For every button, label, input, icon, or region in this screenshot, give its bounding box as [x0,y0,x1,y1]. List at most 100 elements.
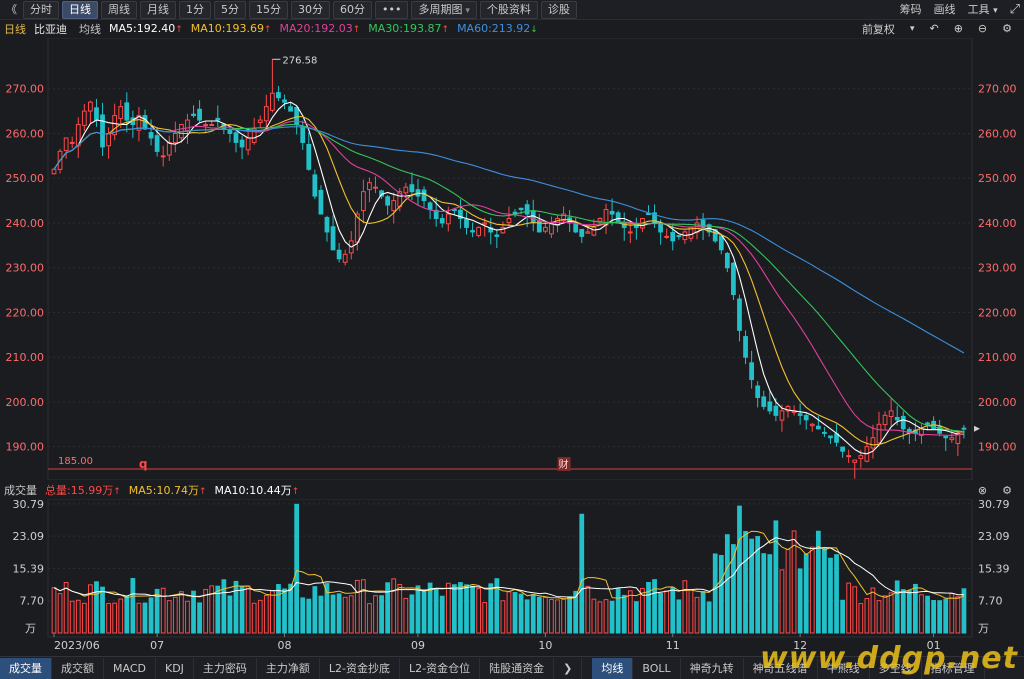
indicator-tab-0[interactable]: 成交量 [0,657,52,679]
zoom-in-icon[interactable]: ⊕ [954,22,963,35]
period-tab-1[interactable]: 日线 [62,0,98,19]
draw-line-button[interactable]: 画线 [934,1,956,17]
candle [888,410,894,418]
price-pointer-icon [974,425,980,432]
indicator-tab-8[interactable]: 陆股通资金 [480,657,555,679]
volume-bar [354,579,360,634]
candle [445,213,451,225]
tools-label: 工具 [967,3,990,16]
candle [427,202,433,211]
indicator-tab-4[interactable]: 主力密码 [194,657,257,679]
candle [197,108,202,121]
volume-bar [233,580,239,634]
candle [882,414,888,426]
settings-icon[interactable]: ⚙ [1002,484,1012,497]
candle [51,168,57,175]
volume-bar [633,601,639,634]
price-tick-label-left: 270.00 [6,83,45,96]
volume-chart[interactable]: 30.79 30.79 23.09 23.09 15.39 15.39 7.70 7.70 万 万… [0,499,1024,655]
period-tab-4[interactable]: 1分 [179,0,211,19]
ma60-line [53,126,965,354]
period-tab-11[interactable]: 个股资料 [479,0,538,19]
indicator-tabs-left: 成交量 成交额 MACD KDJ 主力密码 主力净额 L2-资金抄底 L2-资金仓位 陆股通资金 [0,657,555,679]
candle [585,231,591,234]
candle [779,410,785,421]
candle [118,106,124,119]
volume-bar [81,602,87,634]
high-annotation: 276.58 [282,55,317,66]
indicator-tab-2[interactable]: MACD [104,657,156,679]
candle [658,222,664,233]
arrow-up-icon: ↑ [113,487,121,497]
x-tick-label: 10 [538,639,552,652]
ma-mode-label[interactable]: 均线 [79,21,101,37]
price-tick-label-right: 270.00 [978,83,1017,96]
candle [191,113,196,117]
overlay-tab-2[interactable]: 神奇九转 [681,657,744,679]
period-tab-0[interactable]: 分时 [23,0,59,19]
indicator-tab-1[interactable]: 成交额 [52,657,104,679]
volume-bar [403,597,409,634]
candle [506,217,512,224]
back-icon[interactable]: 《 [3,2,20,18]
fullscreen-icon[interactable]: ⤢ [1010,2,1020,17]
price-tick-label-left: 220.00 [6,306,45,319]
period-tab-12[interactable]: 诊股 [540,0,577,19]
tools-button[interactable]: 工具 ▾ [968,1,998,17]
volume-bar [118,598,124,634]
volume-bar [336,593,342,634]
settings-icon[interactable]: ⚙ [1002,22,1012,35]
candle [670,231,676,242]
x-tick-label: 11 [666,639,680,652]
volume-tick-label-right: 23.09 [978,530,1010,543]
more-tabs-icon[interactable]: ❯ [554,657,583,679]
period-tab-7[interactable]: 30分 [291,0,330,19]
period-tab-6[interactable]: 15分 [249,0,288,19]
event-marker-q[interactable]: q [139,457,148,471]
volume-bar [100,586,105,634]
period-tab-10[interactable]: 多周期图 [411,0,477,19]
volume-bar [822,548,827,634]
period-tab-9[interactable]: ••• [375,0,409,19]
zoom-out-icon[interactable]: ⊖ [978,22,987,35]
volume-bar [761,553,767,634]
volume-legend: 成交量 总量:15.99万↑ MA5:10.74万↑ MA10:10.44万↑ ⊗ … [0,482,1024,498]
candle [81,110,87,126]
candle [470,230,475,233]
adjust-button[interactable]: 前复权 [862,21,895,37]
price-tick-label-right: 240.00 [978,217,1017,230]
candle [257,119,263,123]
volume-bar [348,595,354,634]
candle [676,235,682,238]
overlay-tab-0[interactable]: 均线 [592,657,634,679]
period-tab-5[interactable]: 5分 [214,0,246,19]
volume-bar [63,581,69,634]
volume-bar [124,595,130,634]
candle [330,226,336,251]
volume-bar [245,585,251,634]
candle [203,124,209,127]
period-tab-8[interactable]: 60分 [333,0,372,19]
candle [597,217,603,222]
price-chart[interactable]: 270.00 270.00 260.00 260.00 250.00 250.00 240.… [0,38,1024,480]
volume-value-0: 总量:15.99万↑ [45,482,121,498]
volume-bar [409,594,415,634]
volume-bar [567,596,573,634]
price-tick-label-right: 190.00 [978,441,1017,454]
period-tab-2[interactable]: 周线 [101,0,137,19]
volume-bar [700,590,706,634]
undo-icon[interactable]: ↶ [929,22,938,35]
indicator-tab-7[interactable]: L2-资金仓位 [400,657,481,679]
chips-button[interactable]: 筹码 [900,1,922,17]
chevron-down-icon[interactable]: ▾ [910,24,915,34]
volume-bar [106,602,111,634]
volume-bar [561,598,566,634]
overlay-tab-1[interactable]: BOLL [633,657,681,679]
indicator-tab-6[interactable]: L2-资金抄底 [320,657,401,679]
candle [755,385,761,398]
candle [124,102,130,121]
indicator-tab-3[interactable]: KDJ [156,657,194,679]
period-tab-3[interactable]: 月线 [140,0,176,19]
indicator-tab-5[interactable]: 主力净额 [257,657,320,679]
close-icon[interactable]: ⊗ [978,484,987,497]
